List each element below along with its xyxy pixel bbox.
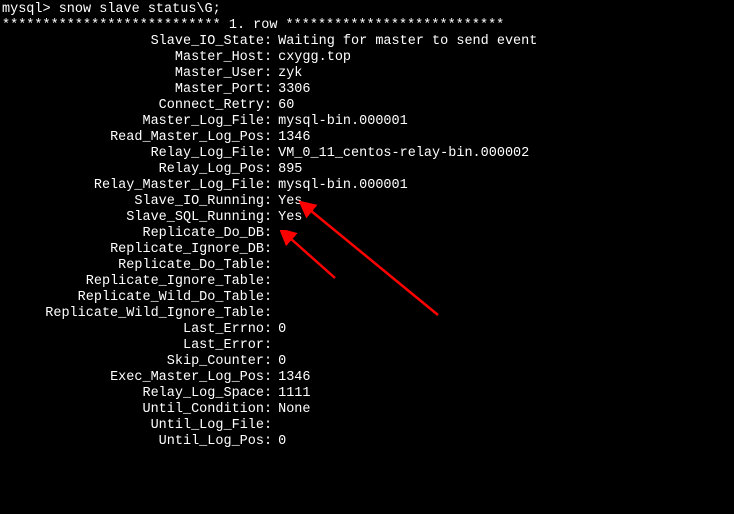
status-row: Replicate_Wild_Do_Table:	[2, 290, 732, 306]
colon: :	[264, 258, 278, 274]
status-row: Relay_Log_File:VM_0_11_centos-relay-bin.…	[2, 146, 732, 162]
status-label: Skip_Counter	[2, 354, 264, 370]
status-label: Replicate_Ignore_DB	[2, 242, 264, 258]
colon: :	[264, 130, 278, 146]
status-label: Slave_IO_Running	[2, 194, 264, 210]
status-row: Relay_Log_Space:1111	[2, 386, 732, 402]
status-label: Replicate_Wild_Do_Table	[2, 290, 264, 306]
status-row: Until_Condition:None	[2, 402, 732, 418]
status-value: mysql-bin.000001	[278, 114, 408, 130]
status-row: Until_Log_Pos:0	[2, 434, 732, 450]
colon: :	[264, 162, 278, 178]
colon: :	[264, 402, 278, 418]
status-value: 1111	[278, 386, 310, 402]
colon: :	[264, 370, 278, 386]
colon: :	[264, 114, 278, 130]
status-value: Yes	[278, 194, 302, 210]
colon: :	[264, 418, 278, 434]
status-label: Relay_Log_Space	[2, 386, 264, 402]
status-label: Replicate_Do_Table	[2, 258, 264, 274]
status-value: Waiting for master to send event	[278, 34, 537, 50]
status-label: Until_Condition	[2, 402, 264, 418]
status-label: Relay_Master_Log_File	[2, 178, 264, 194]
row-separator: *************************** 1. row *****…	[2, 18, 732, 34]
status-label: Master_Host	[2, 50, 264, 66]
status-row: Slave_SQL_Running:Yes	[2, 210, 732, 226]
status-row: Replicate_Do_DB:	[2, 226, 732, 242]
colon: :	[264, 274, 278, 290]
status-label: Replicate_Do_DB	[2, 226, 264, 242]
status-label: Exec_Master_Log_Pos	[2, 370, 264, 386]
status-value: 1346	[278, 370, 310, 386]
status-row: Until_Log_File:	[2, 418, 732, 434]
status-row: Replicate_Ignore_Table:	[2, 274, 732, 290]
status-label: Read_Master_Log_Pos	[2, 130, 264, 146]
status-row: Last_Error:	[2, 338, 732, 354]
colon: :	[264, 178, 278, 194]
colon: :	[264, 82, 278, 98]
status-row: Slave_IO_Running:Yes	[2, 194, 732, 210]
status-value: 60	[278, 98, 294, 114]
colon: :	[264, 194, 278, 210]
status-value: cxygg.top	[278, 50, 351, 66]
status-label: Master_User	[2, 66, 264, 82]
status-value: 0	[278, 434, 286, 450]
colon: :	[264, 34, 278, 50]
status-label: Relay_Log_File	[2, 146, 264, 162]
colon: :	[264, 290, 278, 306]
colon: :	[264, 98, 278, 114]
status-row: Relay_Log_Pos:895	[2, 162, 732, 178]
status-label: Master_Log_File	[2, 114, 264, 130]
status-row: Slave_IO_State:Waiting for master to sen…	[2, 34, 732, 50]
status-label: Replicate_Wild_Ignore_Table	[2, 306, 264, 322]
status-row: Replicate_Do_Table:	[2, 258, 732, 274]
colon: :	[264, 242, 278, 258]
status-row: Connect_Retry:60	[2, 98, 732, 114]
colon: :	[264, 306, 278, 322]
status-row: Replicate_Ignore_DB:	[2, 242, 732, 258]
status-label: Last_Error	[2, 338, 264, 354]
colon: :	[264, 338, 278, 354]
status-row: Skip_Counter:0	[2, 354, 732, 370]
status-value: Yes	[278, 210, 302, 226]
status-value: None	[278, 402, 310, 418]
status-row: Master_Log_File:mysql-bin.000001	[2, 114, 732, 130]
status-rows: Slave_IO_State:Waiting for master to sen…	[2, 34, 732, 450]
status-label: Last_Errno	[2, 322, 264, 338]
status-row: Exec_Master_Log_Pos:1346	[2, 370, 732, 386]
status-row: Last_Errno:0	[2, 322, 732, 338]
status-label: Relay_Log_Pos	[2, 162, 264, 178]
status-label: Replicate_Ignore_Table	[2, 274, 264, 290]
colon: :	[264, 322, 278, 338]
status-row: Read_Master_Log_Pos:1346	[2, 130, 732, 146]
status-value: mysql-bin.000001	[278, 178, 408, 194]
status-label: Connect_Retry	[2, 98, 264, 114]
status-label: Until_Log_Pos	[2, 434, 264, 450]
status-value: VM_0_11_centos-relay-bin.000002	[278, 146, 529, 162]
status-label: Master_Port	[2, 82, 264, 98]
status-row: Relay_Master_Log_File:mysql-bin.000001	[2, 178, 732, 194]
status-label: Until_Log_File	[2, 418, 264, 434]
colon: :	[264, 386, 278, 402]
status-row: Replicate_Wild_Ignore_Table:	[2, 306, 732, 322]
status-value: 895	[278, 162, 302, 178]
colon: :	[264, 50, 278, 66]
status-row: Master_Port:3306	[2, 82, 732, 98]
status-value: 0	[278, 354, 286, 370]
colon: :	[264, 354, 278, 370]
colon: :	[264, 226, 278, 242]
status-value: 0	[278, 322, 286, 338]
status-value: 1346	[278, 130, 310, 146]
colon: :	[264, 210, 278, 226]
status-row: Master_User:zyk	[2, 66, 732, 82]
colon: :	[264, 434, 278, 450]
colon: :	[264, 66, 278, 82]
command-prompt: mysql> snow slave status\G;	[2, 2, 732, 18]
status-value: zyk	[278, 66, 302, 82]
status-label: Slave_SQL_Running	[2, 210, 264, 226]
status-label: Slave_IO_State	[2, 34, 264, 50]
colon: :	[264, 146, 278, 162]
status-row: Master_Host:cxygg.top	[2, 50, 732, 66]
status-value: 3306	[278, 82, 310, 98]
